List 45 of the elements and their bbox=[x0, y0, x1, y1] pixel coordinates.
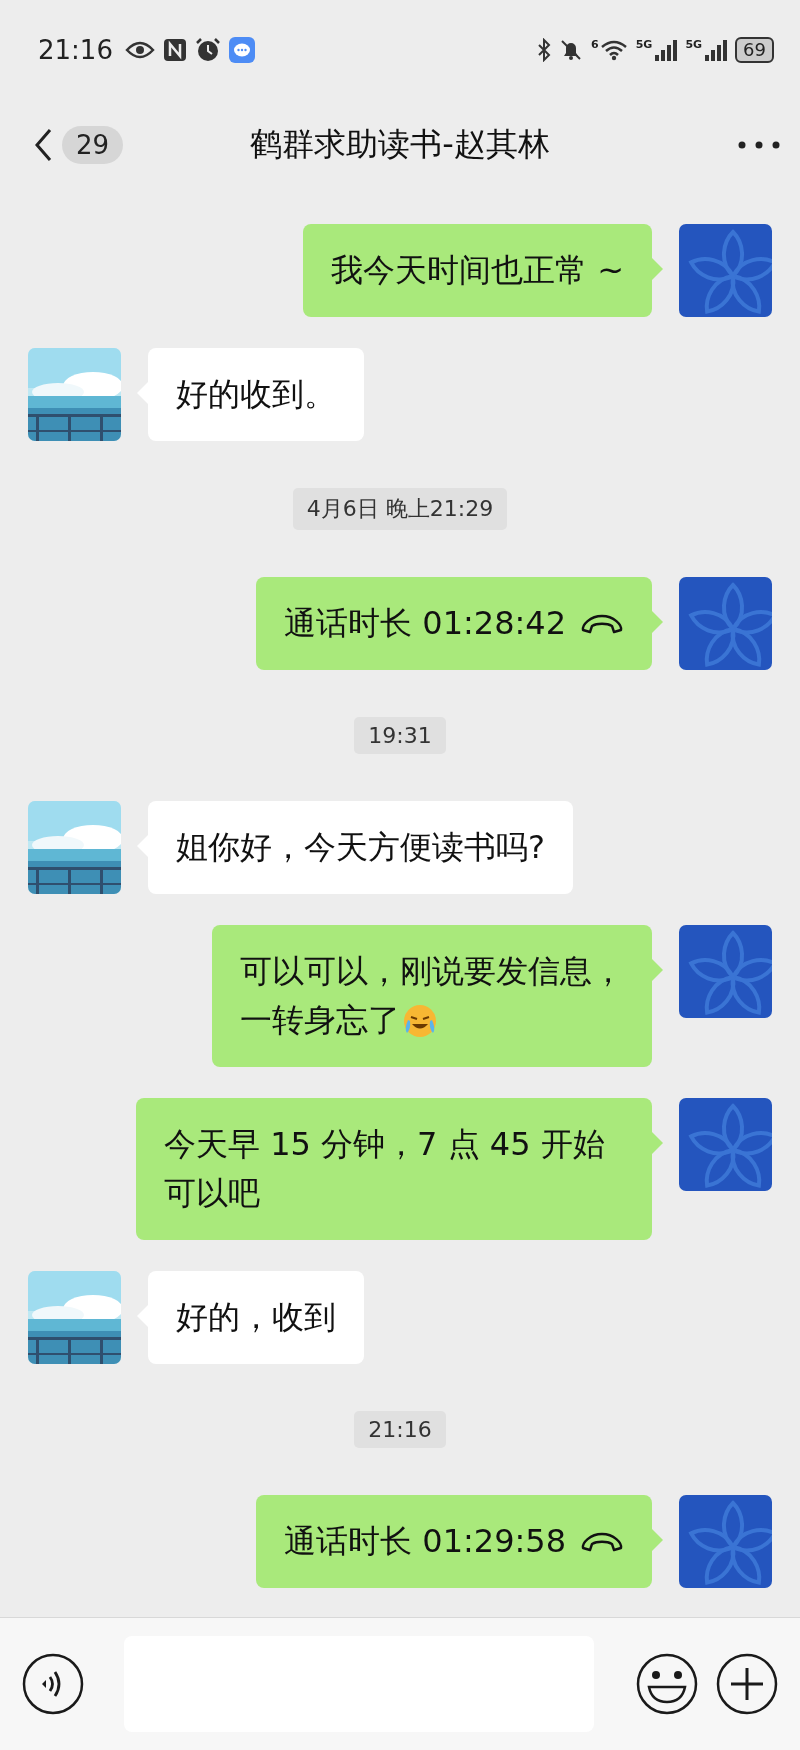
voice-icon[interactable] bbox=[22, 1653, 84, 1715]
network-label: 5G bbox=[635, 39, 653, 50]
back-icon[interactable] bbox=[34, 128, 52, 162]
flower-icon bbox=[679, 1098, 772, 1191]
bubble-tail bbox=[652, 258, 663, 280]
call-bubble[interactable]: 通话时长 01:29:58 bbox=[256, 1495, 652, 1588]
message-bubble: 好的，收到 bbox=[148, 1271, 364, 1364]
phone-icon bbox=[580, 612, 624, 635]
chat-title: 鹤群求助读书-赵其林 bbox=[250, 124, 550, 165]
more-icon[interactable] bbox=[738, 141, 780, 149]
wifi-icon bbox=[599, 39, 628, 61]
call-bubble[interactable]: 通话时长 01:28:42 bbox=[256, 577, 652, 670]
message-text: 一转身忘了 bbox=[240, 1000, 400, 1041]
emoji-icon[interactable] bbox=[636, 1653, 698, 1715]
call-duration-text: 通话时长 01:29:58 bbox=[284, 1521, 566, 1562]
message-bubble: 姐你好，今天方便读书吗? bbox=[148, 801, 573, 894]
bubble-tail bbox=[652, 1132, 663, 1154]
signal-icon bbox=[653, 39, 678, 61]
bluetooth-icon bbox=[537, 38, 552, 62]
flower-icon bbox=[679, 577, 772, 670]
nfc-icon bbox=[162, 38, 187, 62]
plus-icon[interactable] bbox=[716, 1653, 778, 1715]
flower-icon bbox=[679, 925, 772, 1018]
timestamp: 21:16 bbox=[354, 1411, 446, 1448]
clock-time: 21:16 bbox=[38, 35, 113, 65]
bubble-tail bbox=[652, 1529, 663, 1551]
call-duration-text: 通话时长 01:28:42 bbox=[284, 603, 566, 644]
unread-count: 29 bbox=[62, 126, 124, 164]
phone-icon bbox=[580, 1530, 624, 1553]
timestamp: 4月6日 晚上21:29 bbox=[292, 488, 508, 530]
flower-icon bbox=[679, 1495, 772, 1588]
alarm-icon bbox=[194, 37, 221, 63]
message-text: 可以可以，刚说要发信息， bbox=[240, 951, 624, 992]
message-bubble: 今天早 15 分钟，7 点 45 开始可以吧 bbox=[136, 1098, 652, 1240]
message-bubble: 我今天时间也正常 ~ bbox=[303, 224, 652, 317]
timestamp: 19:31 bbox=[354, 717, 446, 754]
eye-icon bbox=[124, 40, 155, 60]
network-label: 5G bbox=[685, 39, 703, 50]
chat-app-icon bbox=[228, 37, 255, 63]
signal-icon bbox=[703, 39, 728, 61]
battery-level: 69 bbox=[735, 37, 774, 63]
message-bubble: 好的收到。 bbox=[148, 348, 364, 441]
flower-icon bbox=[679, 224, 772, 317]
wifi-label: 6 bbox=[591, 39, 599, 50]
bubble-tail bbox=[652, 611, 663, 633]
